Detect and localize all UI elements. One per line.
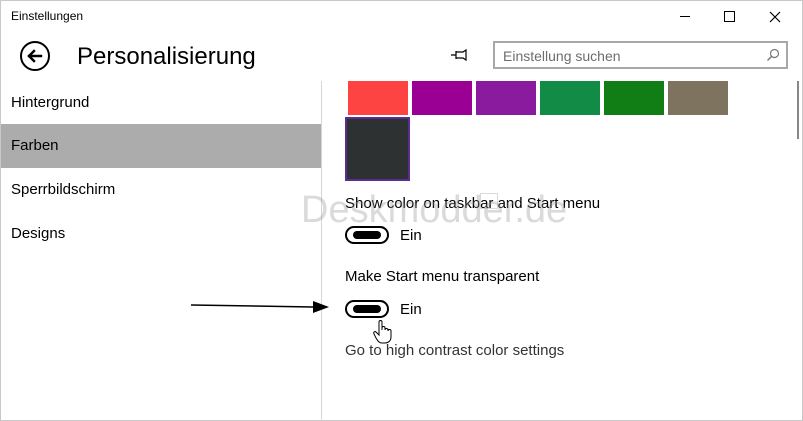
nav-item-label: Sperrbildschirm (11, 181, 116, 198)
minimize-button[interactable] (663, 1, 707, 32)
window-title: Einstellungen (11, 9, 84, 23)
color-swatch[interactable] (412, 81, 472, 115)
minimize-icon (680, 16, 690, 17)
settings-nav: Hintergrund Farben Sperrbildschirm Desig… (1, 81, 321, 421)
search-input[interactable] (503, 47, 763, 65)
start-transparent-toggle[interactable] (345, 300, 389, 318)
nav-item-sperrbildschirm[interactable]: Sperrbildschirm (1, 168, 321, 212)
color-swatch[interactable] (540, 81, 600, 115)
start-transparent-state: Ein (400, 301, 422, 318)
watermark-mail-icon (480, 193, 498, 209)
color-swatch[interactable] (348, 81, 408, 115)
nav-item-designs[interactable]: Designs (1, 212, 321, 256)
pin-icon[interactable] (450, 47, 470, 63)
start-transparent-label: Make Start menu transparent (345, 268, 540, 285)
toggle-knob (353, 231, 381, 239)
close-icon (769, 11, 781, 22)
color-swatch-selected[interactable] (345, 117, 410, 181)
color-swatch[interactable] (476, 81, 536, 115)
title-bar: Einstellungen (1, 1, 802, 32)
maximize-button[interactable] (707, 1, 751, 32)
color-swatch[interactable] (604, 81, 664, 115)
nav-item-hintergrund[interactable]: Hintergrund (1, 81, 321, 125)
annotation-arrow-icon (191, 301, 329, 313)
maximize-icon (723, 11, 735, 22)
pane-divider (321, 81, 322, 421)
color-swatch[interactable] (668, 81, 728, 115)
settings-window: Einstellungen Personalisierung Hintergru… (0, 0, 803, 421)
back-arrow-icon (27, 49, 43, 63)
watermark: Deskmodder.de (301, 189, 568, 231)
page-title: Personalisierung (77, 43, 256, 70)
nav-item-label: Farben (11, 137, 59, 154)
nav-item-label: Hintergrund (11, 94, 90, 111)
nav-item-farben[interactable]: Farben (1, 124, 321, 168)
search-icon[interactable] (766, 48, 780, 62)
scrollbar-thumb[interactable] (797, 81, 799, 139)
hand-cursor-icon (373, 320, 392, 344)
close-button[interactable] (753, 1, 797, 32)
search-box[interactable] (493, 41, 788, 69)
nav-item-label: Designs (11, 225, 66, 242)
back-button[interactable] (20, 41, 50, 71)
toggle-knob (353, 305, 381, 313)
